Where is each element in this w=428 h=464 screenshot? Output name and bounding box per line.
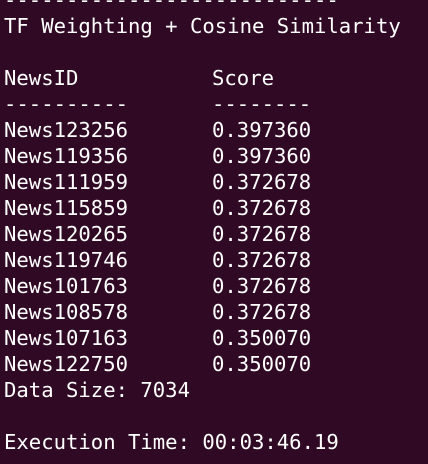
table-row: News119746 0.372678 xyxy=(4,247,428,273)
score-cell: 0.372678 xyxy=(212,274,312,298)
table-row: News101763 0.372678 xyxy=(4,273,428,299)
score-cell: 0.372678 xyxy=(212,196,312,220)
terminal-window[interactable]: --------------------------- TF Weighting… xyxy=(0,0,428,454)
table-header-divider: ---------- -------- xyxy=(4,91,428,117)
score-cell: 0.372678 xyxy=(212,222,312,246)
table-row: News120265 0.372678 xyxy=(4,221,428,247)
data-size-line: Data Size: 7034 xyxy=(4,378,190,402)
execution-time-line: Execution Time: 00:03:46.19 xyxy=(4,430,339,454)
table-row: News122750 0.350070 xyxy=(4,351,428,377)
table-row: News111959 0.372678 xyxy=(4,169,428,195)
news-id-cell: News120265 xyxy=(4,222,128,246)
news-id-cell: News115859 xyxy=(4,196,128,220)
table-row: News108578 0.372678 xyxy=(4,299,428,325)
score-cell: 0.350070 xyxy=(212,352,312,376)
score-cell: 0.350070 xyxy=(212,326,312,350)
news-id-cell: News123256 xyxy=(4,118,128,142)
output-title: TF Weighting + Cosine Similarity xyxy=(4,14,401,38)
table-header-row: NewsID Score xyxy=(4,65,428,91)
top-divider-line: --------------------------- xyxy=(4,0,339,12)
score-cell: 0.372678 xyxy=(212,248,312,272)
score-divider: -------- xyxy=(212,92,312,116)
score-cell: 0.397360 xyxy=(212,144,312,168)
score-cell: 0.372678 xyxy=(212,170,312,194)
news-id-cell: News107163 xyxy=(4,326,128,350)
news-id-cell: News122750 xyxy=(4,352,128,376)
score-cell: 0.372678 xyxy=(212,300,312,324)
table-row: News119356 0.397360 xyxy=(4,143,428,169)
score-cell: 0.397360 xyxy=(212,118,312,142)
table-row: News123256 0.397360 xyxy=(4,117,428,143)
news-id-cell: News101763 xyxy=(4,274,128,298)
news-id-cell: News119746 xyxy=(4,248,128,272)
news-id-cell: News108578 xyxy=(4,300,128,324)
news-id-cell: News119356 xyxy=(4,144,128,168)
news-id-cell: News111959 xyxy=(4,170,128,194)
score-header: Score xyxy=(212,66,274,90)
table-row: News115859 0.372678 xyxy=(4,195,428,221)
news-id-header: NewsID xyxy=(4,66,79,90)
table-row: News107163 0.350070 xyxy=(4,325,428,351)
news-id-divider: ---------- xyxy=(4,92,128,116)
